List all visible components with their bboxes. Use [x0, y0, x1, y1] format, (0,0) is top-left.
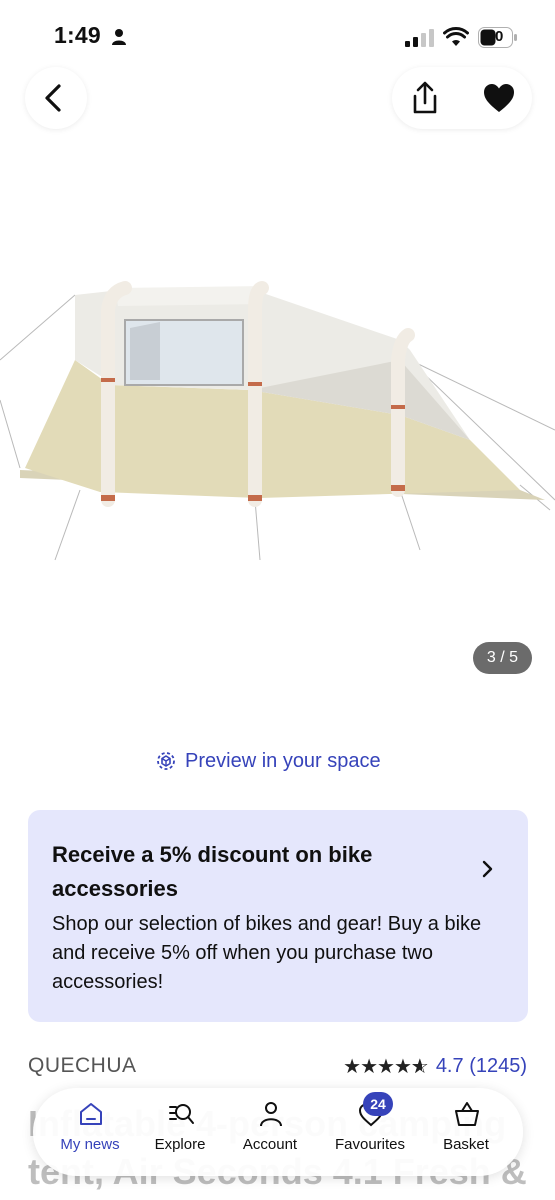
action-pill — [392, 67, 532, 129]
nav-label: Basket — [443, 1136, 489, 1153]
chevron-left-icon — [45, 84, 61, 112]
status-bar: 1:49 40 — [0, 0, 555, 72]
image-counter: 3 / 5 — [473, 642, 532, 674]
nav-label: Explore — [154, 1136, 206, 1153]
wifi-icon — [443, 27, 469, 46]
explore-icon — [169, 1104, 194, 1124]
nav-label: My news — [60, 1136, 120, 1153]
heart-filled-icon — [484, 84, 514, 112]
rating-value: 4.7 (1245) — [435, 1055, 527, 1077]
bottom-nav: My news Explore Account 24 Favourites Ba… — [33, 1088, 523, 1176]
person-icon — [112, 29, 126, 45]
brand-name: QUECHUA — [28, 1054, 137, 1077]
home-icon — [80, 1103, 102, 1125]
preview-in-space-link[interactable]: Preview in your space — [155, 745, 381, 777]
nav-label: Account — [242, 1136, 298, 1153]
share-button[interactable] — [406, 79, 444, 117]
nav-favourites[interactable]: 24 Favourites — [321, 1088, 419, 1176]
share-icon — [413, 81, 437, 114]
chevron-right-icon — [482, 860, 493, 878]
back-button[interactable] — [25, 67, 87, 129]
account-icon — [260, 1102, 282, 1127]
promo-body: Shop our selection of bikes and gear! Bu… — [52, 913, 482, 993]
product-image[interactable] — [0, 200, 555, 600]
signal-icon — [405, 29, 434, 47]
basket-icon — [455, 1102, 479, 1126]
status-time: 1:49 — [54, 22, 101, 48]
nav-explore[interactable]: Explore — [131, 1088, 229, 1176]
promo-title: Receive a 5% discount on bike accessorie… — [52, 842, 373, 901]
favourites-badge: 24 — [363, 1092, 393, 1116]
nav-account[interactable]: Account — [221, 1088, 319, 1176]
tent-image — [0, 281, 555, 561]
rating[interactable]: ★★★★☆ ★ 4.7 (1245) — [343, 1054, 527, 1079]
favourite-button[interactable] — [480, 79, 518, 117]
preview-label: Preview in your space — [185, 749, 381, 772]
ar-cube-icon — [157, 752, 175, 770]
battery-level: 40 — [486, 28, 504, 45]
nav-my-news[interactable]: My news — [41, 1088, 139, 1176]
nav-label: Favourites — [334, 1136, 406, 1153]
promo-card[interactable]: Receive a 5% discount on bike accessorie… — [28, 810, 528, 1022]
stars-icon: ★★★★☆ ★ — [343, 1056, 429, 1078]
nav-basket[interactable]: Basket — [417, 1088, 515, 1176]
